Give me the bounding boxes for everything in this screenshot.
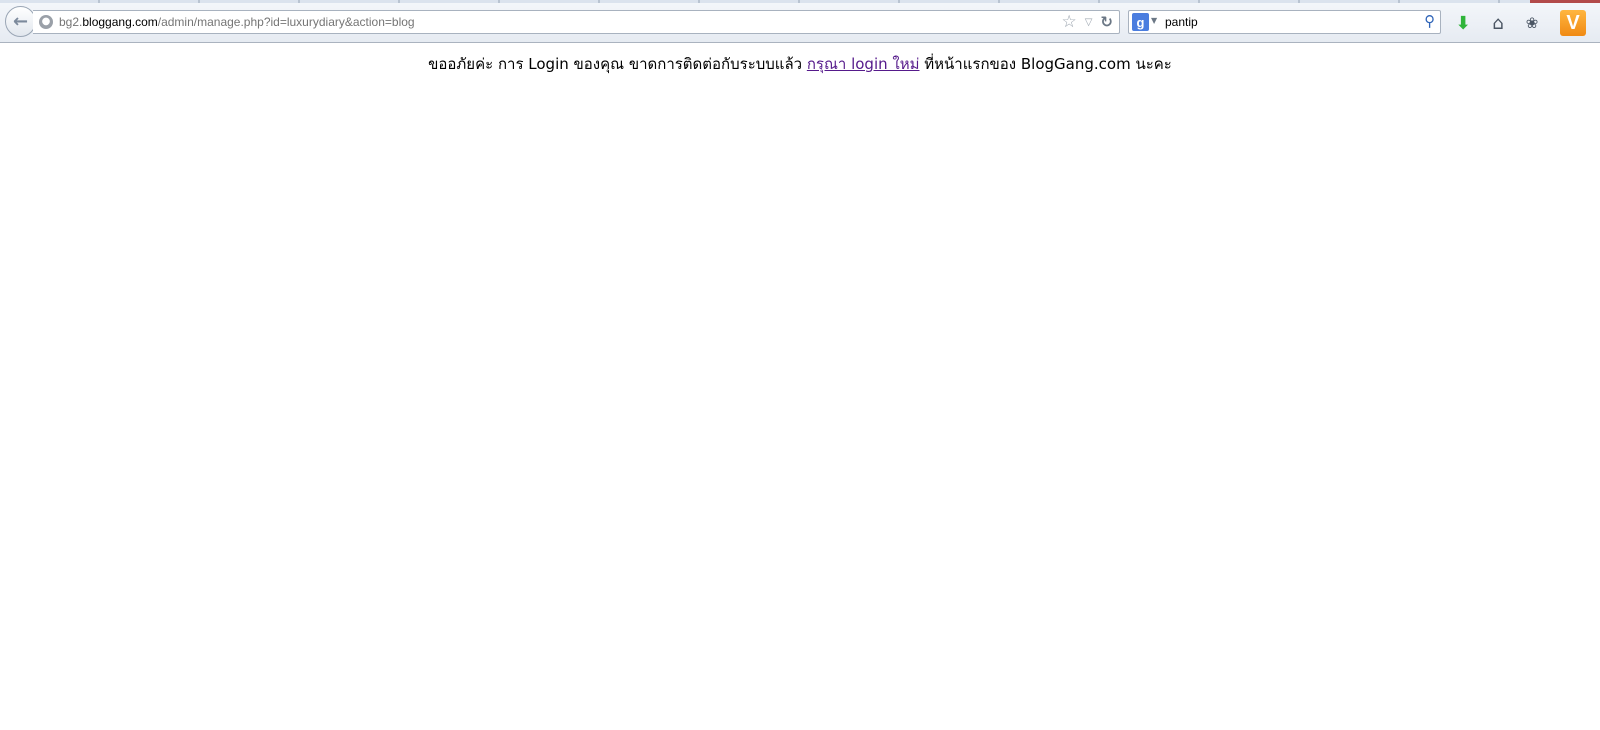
home-icon[interactable]: ⌂ [1487, 12, 1509, 34]
search-bar[interactable]: g ▼ pantip ⚲ [1128, 10, 1441, 34]
session-expired-message: ขออภัยค่ะ การ Login ของคุณ ขาดการติดต่อก… [0, 52, 1600, 76]
magnifier-icon[interactable]: ⚲ [1424, 12, 1435, 30]
url-bar-icons: ☆ ▽ ↻ [1061, 12, 1113, 32]
back-arrow-icon: ← [12, 11, 29, 32]
url-prefix: bg2. [59, 15, 83, 29]
url-path: /admin/manage.php?id=luxurydiary&action=… [157, 15, 415, 29]
login-again-link[interactable]: กรุณา login ใหม่ [807, 55, 920, 73]
search-input[interactable]: pantip [1165, 15, 1198, 29]
globe-icon: ● [39, 15, 53, 29]
addon-icon[interactable]: ❀ [1521, 12, 1543, 34]
message-after: ที่หน้าแรกของ BlogGang.com นะคะ [919, 55, 1172, 73]
url-bar[interactable]: ● bg2.bloggang.com/admin/manage.php?id=l… [33, 10, 1120, 34]
message-before: ขออภัยค่ะ การ Login ของคุณ ขาดการติดต่อก… [428, 55, 807, 73]
menu-v-icon[interactable]: V [1560, 10, 1586, 36]
page-content: ขออภัยค่ะ การ Login ของคุณ ขาดการติดต่อก… [0, 44, 1600, 730]
google-engine-icon[interactable]: g [1132, 13, 1149, 31]
download-arrow-icon[interactable]: ⬇ [1452, 12, 1474, 34]
dropdown-icon[interactable]: ▽ [1085, 17, 1093, 28]
star-icon[interactable]: ☆ [1061, 12, 1076, 32]
url-text[interactable]: bg2.bloggang.com/admin/manage.php?id=lux… [59, 15, 415, 29]
navigation-toolbar: ← ● bg2.bloggang.com/admin/manage.php?id… [0, 3, 1600, 43]
back-button[interactable]: ← [5, 6, 36, 37]
reload-icon[interactable]: ↻ [1100, 13, 1113, 31]
engine-dropdown-icon[interactable]: ▼ [1151, 16, 1157, 25]
url-domain: bloggang.com [82, 15, 158, 29]
